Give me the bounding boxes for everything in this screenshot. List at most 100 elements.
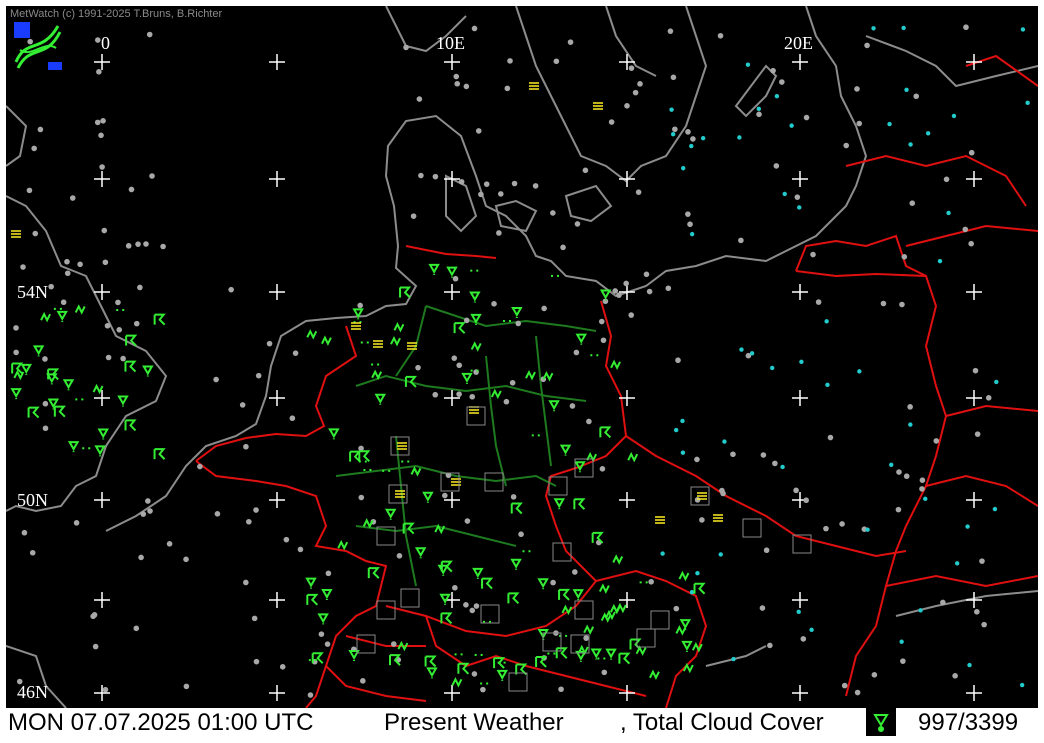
rain-shower-icon[interactable] xyxy=(10,388,22,400)
haze-icon[interactable] xyxy=(393,322,405,333)
rain-shower-icon[interactable] xyxy=(117,395,129,407)
rain-shower-icon[interactable] xyxy=(537,578,549,590)
rain-shower-icon[interactable] xyxy=(47,398,60,410)
station-circle-icon[interactable] xyxy=(96,69,102,75)
station-circle-icon[interactable] xyxy=(560,244,566,251)
rain-shower-icon[interactable] xyxy=(681,640,693,652)
rain-shower-icon[interactable] xyxy=(384,508,397,520)
thunderstorm-icon[interactable] xyxy=(424,655,437,668)
station-circle-icon[interactable] xyxy=(197,463,203,470)
station-circle-icon[interactable] xyxy=(133,625,140,632)
station-circle-icon[interactable] xyxy=(73,520,80,526)
fog-icon[interactable] xyxy=(593,102,603,110)
station-circle-icon[interactable] xyxy=(963,24,969,31)
station-circle-icon[interactable] xyxy=(64,270,71,277)
station-circle-icon[interactable] xyxy=(680,418,685,424)
station-circle-icon[interactable] xyxy=(503,398,510,405)
station-circle-icon[interactable] xyxy=(149,173,155,179)
station-circle-icon[interactable] xyxy=(854,689,861,696)
station-circle-icon[interactable] xyxy=(42,425,49,432)
station-circle-icon[interactable] xyxy=(325,570,332,577)
station-circle-icon[interactable] xyxy=(583,635,589,641)
station-circle-icon[interactable] xyxy=(815,299,822,305)
station-circle-icon[interactable] xyxy=(297,546,304,553)
station-circle-icon[interactable] xyxy=(13,325,19,331)
station-circle-icon[interactable] xyxy=(857,369,862,374)
station-circle-icon[interactable] xyxy=(416,96,423,102)
station-circle-icon[interactable] xyxy=(116,327,123,333)
station-box-icon[interactable] xyxy=(484,472,504,492)
station-circle-icon[interactable] xyxy=(1019,682,1025,688)
rain-shower-icon[interactable] xyxy=(62,379,75,391)
station-circle-icon[interactable] xyxy=(825,382,830,388)
station-circle-icon[interactable] xyxy=(675,357,681,364)
station-circle-icon[interactable] xyxy=(582,167,589,174)
rain-shower-icon[interactable] xyxy=(496,669,508,681)
station-circle-icon[interactable] xyxy=(213,376,219,383)
station-circle-icon[interactable] xyxy=(900,658,906,664)
station-circle-icon[interactable] xyxy=(510,494,517,500)
station-circle-icon[interactable] xyxy=(907,404,913,410)
station-circle-icon[interactable] xyxy=(803,497,809,504)
rain-shower-icon[interactable] xyxy=(414,547,427,559)
station-circle-icon[interactable] xyxy=(598,318,605,325)
station-circle-icon[interactable] xyxy=(738,237,744,244)
station-circle-icon[interactable] xyxy=(442,492,448,499)
weather-stations[interactable] xyxy=(10,24,1030,708)
haze-icon[interactable] xyxy=(635,645,647,656)
station-circle-icon[interactable] xyxy=(672,126,678,133)
station-circle-icon[interactable] xyxy=(26,187,33,194)
station-circle-icon[interactable] xyxy=(480,686,486,693)
thunderstorm-icon[interactable] xyxy=(535,655,548,668)
station-circle-icon[interactable] xyxy=(473,603,480,609)
station-circle-icon[interactable] xyxy=(135,241,141,247)
station-circle-icon[interactable] xyxy=(899,639,904,644)
station-circle-icon[interactable] xyxy=(13,349,19,356)
station-circle-icon[interactable] xyxy=(357,302,363,309)
haze-icon[interactable] xyxy=(40,311,51,323)
station-circle-icon[interactable] xyxy=(451,355,458,361)
haze-icon[interactable] xyxy=(577,644,589,656)
station-circle-icon[interactable] xyxy=(974,431,981,437)
station-circle-icon[interactable] xyxy=(478,191,484,198)
station-circle-icon[interactable] xyxy=(694,497,701,503)
station-circle-icon[interactable] xyxy=(292,350,299,356)
station-box-icon[interactable] xyxy=(650,610,670,630)
station-circle-icon[interactable] xyxy=(1025,100,1030,106)
station-circle-icon[interactable] xyxy=(854,86,860,92)
station-circle-icon[interactable] xyxy=(745,62,751,67)
station-circle-icon[interactable] xyxy=(42,356,48,362)
rain-shower-icon[interactable] xyxy=(374,393,387,405)
station-circle-icon[interactable] xyxy=(143,241,149,247)
station-circle-icon[interactable] xyxy=(307,692,314,698)
station-circle-icon[interactable] xyxy=(616,292,622,298)
station-circle-icon[interactable] xyxy=(937,258,943,264)
station-circle-icon[interactable] xyxy=(183,683,190,690)
station-circle-icon[interactable] xyxy=(251,615,258,622)
station-circle-icon[interactable] xyxy=(954,561,960,566)
thunderstorm-icon[interactable] xyxy=(153,448,166,460)
station-circle-icon[interactable] xyxy=(37,126,44,133)
station-circle-icon[interactable] xyxy=(632,89,639,96)
station-circle-icon[interactable] xyxy=(962,226,969,233)
station-circle-icon[interactable] xyxy=(968,149,975,156)
station-circle-icon[interactable] xyxy=(574,221,581,227)
station-circle-icon[interactable] xyxy=(600,337,607,344)
rain-shower-icon[interactable] xyxy=(575,333,587,345)
station-circle-icon[interactable] xyxy=(823,525,829,532)
station-circle-icon[interactable] xyxy=(94,119,101,126)
station-circle-icon[interactable] xyxy=(660,551,665,556)
haze-icon[interactable] xyxy=(13,369,25,381)
station-circle-icon[interactable] xyxy=(20,264,26,270)
station-circle-icon[interactable] xyxy=(550,579,556,586)
station-circle-icon[interactable] xyxy=(694,456,700,463)
station-circle-icon[interactable] xyxy=(454,80,461,87)
station-circle-icon[interactable] xyxy=(396,553,403,559)
rain-shower-icon[interactable] xyxy=(328,428,340,440)
thunderstorm-icon[interactable] xyxy=(481,577,494,590)
station-circle-icon[interactable] xyxy=(871,26,876,31)
rain-shower-icon[interactable] xyxy=(142,365,154,377)
station-circle-icon[interactable] xyxy=(722,439,727,444)
station-circle-icon[interactable] xyxy=(759,605,766,611)
station-circle-icon[interactable] xyxy=(951,113,957,119)
